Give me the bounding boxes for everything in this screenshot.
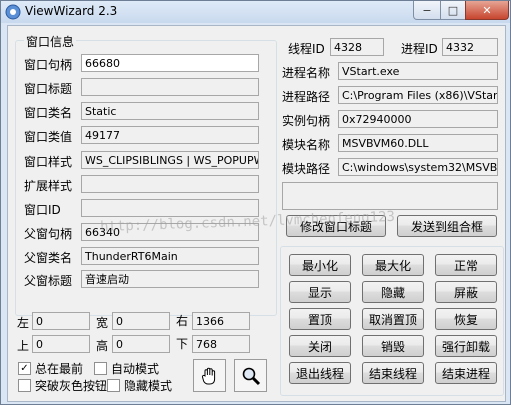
title-bar[interactable]: ViewWizard 2.3 − □ ✕ xyxy=(1,1,510,23)
label-module-path: 模块路径 xyxy=(282,162,331,176)
maximize-button[interactable]: □ xyxy=(440,1,466,20)
label-parent-class: 父窗类名 xyxy=(24,251,73,265)
label-thread-id: 线程ID xyxy=(288,42,325,56)
always-top-checkbox[interactable]: ✓ 总在最前 xyxy=(18,360,83,377)
group-title: 窗口信息 xyxy=(24,33,77,50)
window-style-field[interactable]: WS_CLIPSIBLINGS | WS_POPUPWIN xyxy=(81,151,259,169)
exit-thread-button[interactable]: 退出线程 xyxy=(289,362,351,384)
window-id-field[interactable] xyxy=(81,199,259,217)
restore-button[interactable]: 恢复 xyxy=(435,308,497,330)
checkbox-box xyxy=(18,379,31,392)
window-title-field[interactable] xyxy=(81,78,259,96)
label-process-id: 进程ID xyxy=(401,42,438,56)
label-instance-handle: 实例句柄 xyxy=(282,114,331,128)
close-window-button[interactable]: 关闭 xyxy=(289,335,351,357)
hide-mode-checkbox[interactable]: 隐藏模式 xyxy=(107,377,172,394)
module-path-field[interactable]: C:\windows\system32\MSVBVM60. xyxy=(338,158,498,176)
label-process-path: 进程路径 xyxy=(282,90,331,104)
ext-style-field[interactable] xyxy=(81,175,259,193)
top-field[interactable]: 0 xyxy=(32,335,90,353)
label-parent-title: 父窗标题 xyxy=(24,274,73,288)
label-module-name: 模块名称 xyxy=(282,138,331,152)
maximize-window-button[interactable]: 最大化 xyxy=(362,254,424,276)
window-class-field[interactable]: Static xyxy=(81,102,259,120)
client-area: 窗口信息 窗口句柄 66680 窗口标题 窗口类名 Static 窗口类值 49… xyxy=(7,25,506,402)
label-parent-handle: 父窗句柄 xyxy=(24,227,73,241)
thread-id-field[interactable]: 4328 xyxy=(330,38,384,56)
left-field[interactable]: 0 xyxy=(32,312,90,330)
minimize-button[interactable]: − xyxy=(413,1,441,20)
label-left: 左 xyxy=(17,316,30,330)
label-bottom: 下 xyxy=(176,337,189,351)
hand-icon xyxy=(201,367,215,384)
window-title: ViewWizard 2.3 xyxy=(25,4,118,18)
unlock-gray-label: 突破灰色按钮 xyxy=(35,379,108,393)
label-window-id: 窗口ID xyxy=(24,203,61,217)
app-window: ViewWizard 2.3 − □ ✕ 窗口信息 窗口句柄 66680 窗口标… xyxy=(0,0,511,405)
hand-tool[interactable] xyxy=(193,359,226,392)
label-window-style: 窗口样式 xyxy=(24,155,73,169)
minimize-window-button[interactable]: 最小化 xyxy=(289,254,351,276)
app-icon[interactable] xyxy=(5,4,21,20)
instance-handle-field[interactable]: 0x72940000 xyxy=(338,110,498,128)
window-handle-field[interactable]: 66680 xyxy=(81,54,259,72)
parent-handle-field[interactable]: 66340 xyxy=(81,223,259,241)
destroy-window-button[interactable]: 销毁 xyxy=(362,335,424,357)
label-right: 右 xyxy=(176,314,189,328)
terminate-process-button[interactable]: 结束进程 xyxy=(435,362,497,384)
magnifier-tool[interactable] xyxy=(234,359,267,392)
class-value-field[interactable]: 49177 xyxy=(81,126,259,144)
label-window-title: 窗口标题 xyxy=(24,82,73,96)
title-edit-box[interactable] xyxy=(282,182,498,210)
unlock-gray-checkbox[interactable]: 突破灰色按钮 xyxy=(18,377,107,394)
normal-window-button[interactable]: 正常 xyxy=(435,254,497,276)
check-icon: ✓ xyxy=(18,362,31,375)
label-process-name: 进程名称 xyxy=(282,66,331,80)
width-field[interactable]: 0 xyxy=(112,312,170,330)
auto-mode-label: 自动模式 xyxy=(111,362,160,376)
parent-title-field[interactable]: 音速启动 xyxy=(81,270,259,288)
bottom-field[interactable]: 768 xyxy=(192,335,250,353)
cancel-topmost-button[interactable]: 取消置顶 xyxy=(362,308,424,330)
label-window-class: 窗口类名 xyxy=(24,106,73,120)
topmost-button[interactable]: 置顶 xyxy=(289,308,351,330)
show-window-button[interactable]: 显示 xyxy=(289,281,351,303)
hide-mode-label: 隐藏模式 xyxy=(124,379,173,393)
auto-mode-checkbox[interactable]: 自动模式 xyxy=(94,360,159,377)
always-top-label: 总在最前 xyxy=(35,362,84,376)
height-field[interactable]: 0 xyxy=(112,335,170,353)
force-unload-button[interactable]: 强行卸载 xyxy=(435,335,497,357)
parent-class-field[interactable]: ThunderRT6Main xyxy=(81,247,259,265)
checkbox-box xyxy=(94,362,107,375)
label-class-value: 窗口类值 xyxy=(24,130,73,144)
close-button[interactable]: ✕ xyxy=(465,1,509,20)
terminate-thread-button[interactable]: 结束线程 xyxy=(362,362,424,384)
label-width: 宽 xyxy=(96,316,109,330)
module-name-field[interactable]: MSVBVM60.DLL xyxy=(338,134,498,152)
checkbox-box xyxy=(107,379,120,392)
send-combo-button[interactable]: 发送到组合框 xyxy=(397,215,497,237)
label-window-handle: 窗口句柄 xyxy=(24,58,73,72)
process-name-field[interactable]: VStart.exe xyxy=(338,62,498,80)
disable-window-button[interactable]: 屏蔽 xyxy=(435,281,497,303)
process-id-field[interactable]: 4332 xyxy=(442,38,498,56)
magnifier-icon xyxy=(242,367,260,385)
process-path-field[interactable]: C:\Program Files (x86)\VStart50音 xyxy=(338,86,498,104)
label-ext-style: 扩展样式 xyxy=(24,179,73,193)
hide-window-button[interactable]: 隐藏 xyxy=(362,281,424,303)
right-field[interactable]: 1366 xyxy=(192,312,250,330)
label-top: 上 xyxy=(17,339,30,353)
modify-title-button[interactable]: 修改窗口标题 xyxy=(286,215,386,237)
label-height: 高 xyxy=(96,339,109,353)
